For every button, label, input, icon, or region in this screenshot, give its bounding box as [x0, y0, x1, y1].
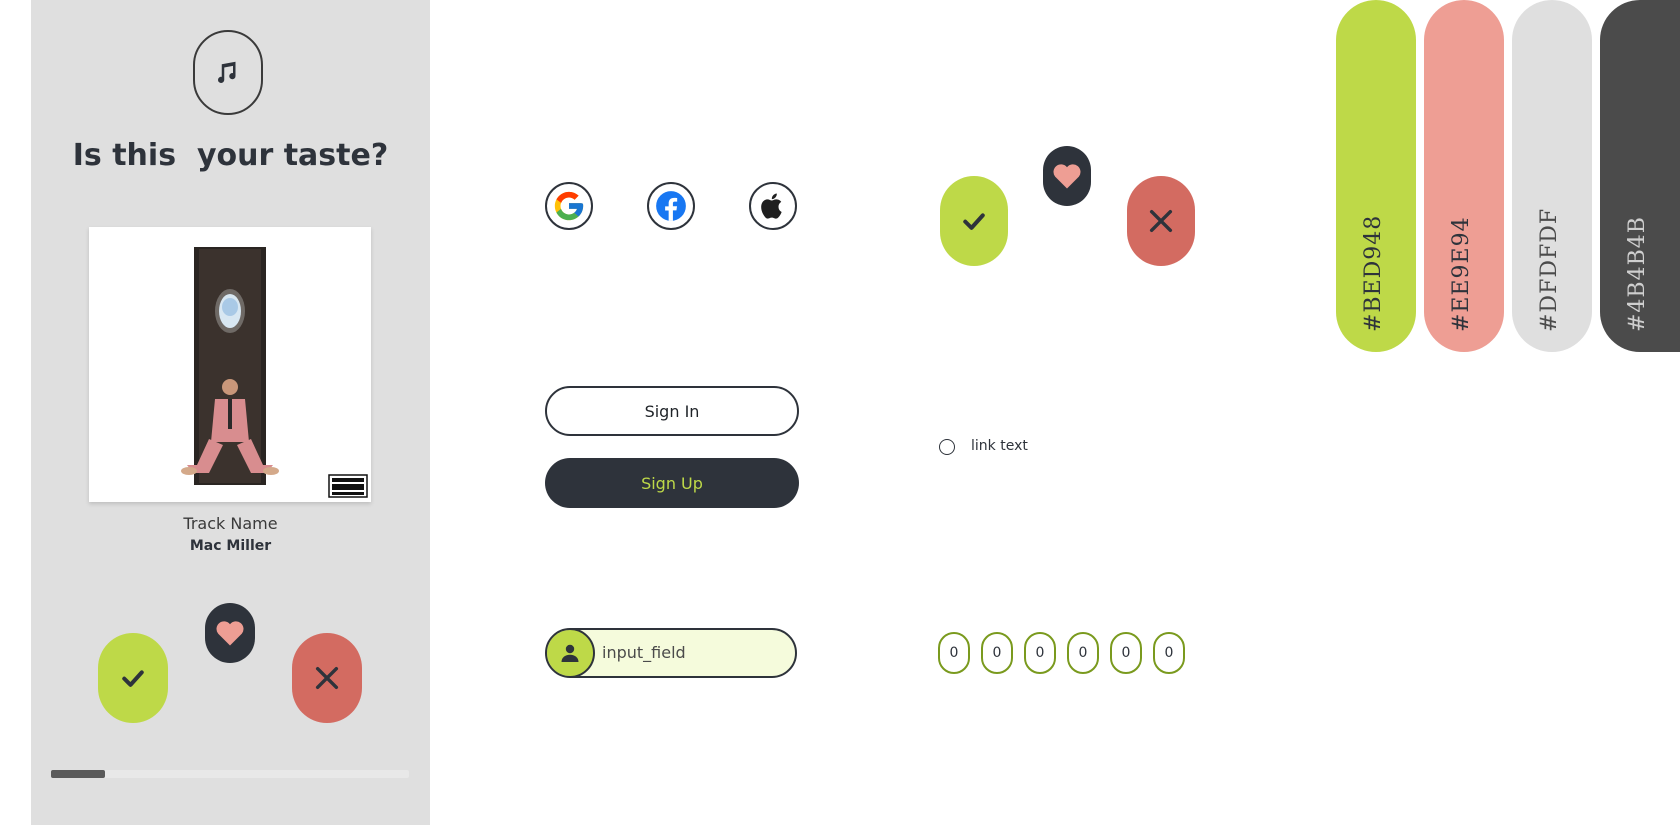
user-icon — [561, 644, 579, 662]
input-value: input_field — [602, 643, 686, 662]
phone-screen: Is this your taste? Track Name Mac Mille… — [31, 0, 430, 825]
otp-digit[interactable]: 0 — [1024, 632, 1056, 674]
otp-digit[interactable]: 0 — [1067, 632, 1099, 674]
progress-fill — [51, 770, 105, 778]
music-badge — [193, 30, 263, 115]
album-cover[interactable] — [89, 227, 371, 502]
otp-digit[interactable]: 0 — [981, 632, 1013, 674]
heart-icon — [216, 621, 244, 646]
favorite-button-large[interactable] — [1043, 146, 1091, 206]
color-swatch-dark-gray: #4B4B4B — [1600, 0, 1680, 352]
color-swatch-light-gray: #DFDFDF — [1512, 0, 1592, 352]
page-title: Is this your taste? — [72, 138, 389, 173]
like-button-large[interactable] — [940, 176, 1008, 266]
swatch-hex-label: #BED948 — [1361, 214, 1386, 332]
apple-login-button[interactable] — [749, 182, 797, 230]
sign-in-button[interactable]: Sign In — [545, 386, 799, 436]
swatch-hex-label: #4B4B4B — [1625, 216, 1650, 332]
otp-digit[interactable]: 0 — [1110, 632, 1142, 674]
facebook-login-button[interactable] — [647, 182, 695, 230]
check-icon — [122, 670, 144, 687]
dislike-button[interactable] — [292, 633, 362, 723]
apple-icon — [761, 193, 782, 219]
color-swatch-green: #BED948 — [1336, 0, 1416, 352]
dislike-button-large[interactable] — [1127, 176, 1195, 266]
sign-up-button[interactable]: Sign Up — [545, 458, 799, 508]
facebook-icon — [656, 191, 686, 221]
google-icon — [554, 191, 584, 221]
favorite-button[interactable] — [205, 603, 255, 663]
radio-link-text[interactable]: link text — [971, 438, 1028, 454]
artist-name: Mac Miller — [189, 538, 272, 554]
close-icon — [315, 666, 339, 690]
otp-digit[interactable]: 0 — [938, 632, 970, 674]
swatch-hex-label: #DFDFDF — [1537, 207, 1562, 332]
close-icon — [1149, 209, 1173, 233]
heart-icon — [1053, 164, 1081, 189]
google-login-button[interactable] — [545, 182, 593, 230]
otp-digit[interactable]: 0 — [1153, 632, 1185, 674]
track-name: Track Name — [183, 514, 278, 533]
progress-track — [51, 770, 409, 778]
album-art-image — [89, 227, 371, 502]
input-icon-badge — [547, 630, 595, 676]
swatch-hex-label: #EE9E94 — [1449, 216, 1474, 332]
radio-button[interactable] — [939, 439, 955, 455]
like-button[interactable] — [98, 633, 168, 723]
check-icon — [963, 213, 985, 230]
music-note-icon — [218, 61, 236, 83]
input-field[interactable]: input_field — [545, 628, 797, 678]
color-swatch-pink: #EE9E94 — [1424, 0, 1504, 352]
